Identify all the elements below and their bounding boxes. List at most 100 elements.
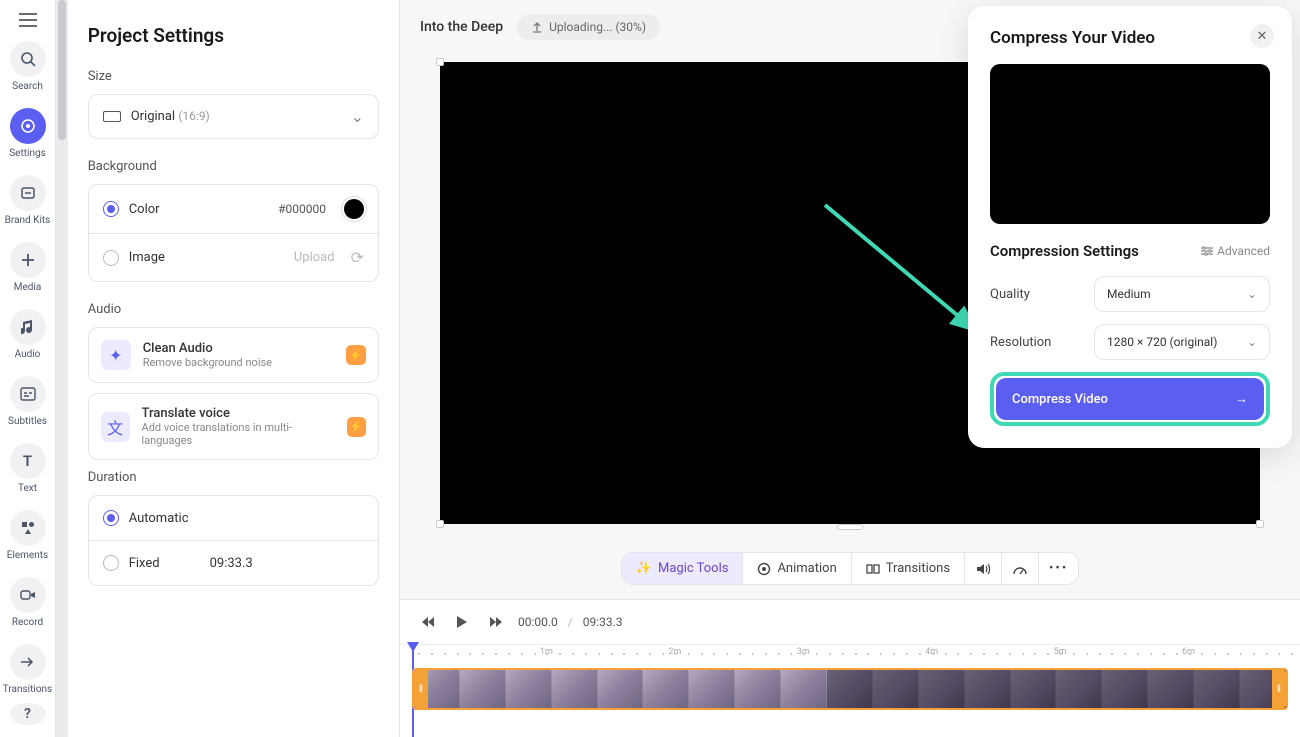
resize-handle-br[interactable] (1256, 520, 1264, 528)
radio-auto[interactable] (103, 510, 119, 526)
help-button[interactable]: ? (10, 703, 46, 725)
rewind-icon (421, 616, 435, 628)
radio-image[interactable] (103, 250, 119, 266)
resize-handle-tl[interactable] (436, 58, 444, 66)
text-icon: T (23, 452, 32, 470)
audio-icon (21, 319, 35, 335)
play-button[interactable] (450, 610, 474, 634)
nav-audio[interactable]: Audio (0, 301, 56, 368)
nav-record[interactable]: Record (0, 569, 56, 636)
clean-audio-sub: Remove background noise (143, 356, 272, 369)
nav-text[interactable]: T Text (0, 435, 56, 502)
spinner-icon: ⟳ (351, 248, 364, 267)
transitions-icon (20, 656, 36, 668)
compress-button-highlight: Compress Video → (990, 372, 1270, 426)
modal-title: Compress Your Video (990, 28, 1270, 48)
sidebar-scrollbar[interactable] (56, 0, 68, 737)
nav-subtitles[interactable]: Subtitles (0, 368, 56, 435)
nav-label: Brand Kits (5, 215, 51, 226)
rewind-button[interactable] (416, 610, 440, 634)
help-icon: ? (24, 706, 31, 722)
nav-media[interactable]: Media (0, 234, 56, 301)
translate-icon: 文 (101, 412, 130, 442)
aspect-icon (103, 111, 121, 122)
time-separator: / (568, 615, 573, 629)
resolution-value: 1280 × 720 (original) (1107, 335, 1217, 349)
chevron-down-icon: ⌄ (1247, 287, 1257, 301)
size-ratio: (16:9) (178, 109, 209, 123)
clip-handle-right[interactable]: ‖ (1272, 670, 1286, 708)
current-time: 00:00.0 (518, 615, 558, 629)
more-icon: ••• (1049, 561, 1068, 576)
timeline-controls: 00:00.0 / 09:33.3 (400, 600, 1300, 644)
forward-button[interactable] (484, 610, 508, 634)
total-time: 09:33.3 (583, 615, 623, 629)
nav-label: Record (12, 617, 43, 628)
animation-button[interactable]: Animation (743, 553, 851, 584)
advanced-toggle[interactable]: Advanced (1201, 244, 1270, 258)
timeline-clip[interactable]: ‖ ‖ (412, 668, 1288, 710)
timeline-ruler[interactable]: 1m2m3m4m5m6m7m8m9m (400, 644, 1300, 664)
volume-button[interactable] (965, 553, 1002, 584)
transitions-label: Transitions (886, 561, 950, 576)
settings-icon (20, 118, 36, 134)
sidebar: Search Settings Brand Kits Media Audio S… (0, 0, 56, 737)
modal-preview (990, 64, 1270, 224)
radio-fixed[interactable] (103, 555, 119, 571)
page-title: Project Settings (88, 24, 379, 47)
duration-auto[interactable]: Automatic (89, 496, 378, 541)
nav-search[interactable]: Search (0, 33, 56, 100)
nav-elements[interactable]: Elements (0, 502, 56, 569)
ruler-label: 2m (668, 647, 681, 657)
ruler-label: 3m (797, 647, 810, 657)
radio-color[interactable] (103, 201, 119, 217)
animation-label: Animation (777, 561, 836, 576)
bg-image-option[interactable]: Image Upload ⟳ (89, 234, 378, 281)
compress-video-button[interactable]: Compress Video → (996, 378, 1264, 420)
ruler-label: 1m (540, 647, 553, 657)
speed-button[interactable] (1002, 553, 1039, 584)
nav-transitions[interactable]: Transitions (0, 636, 56, 703)
scrollbar-thumb[interactable] (58, 0, 66, 140)
bg-color-option[interactable]: Color #000000 (89, 185, 378, 234)
nav-settings[interactable]: Settings (0, 100, 56, 167)
size-select[interactable]: Original (16:9) ⌄ (89, 95, 378, 138)
resize-handle-bl[interactable] (436, 520, 444, 528)
modal-close-button[interactable]: ✕ (1250, 24, 1274, 48)
nav-brand-kits[interactable]: Brand Kits (0, 167, 56, 234)
duration-label: Duration (88, 470, 379, 485)
translate-row[interactable]: 文 Translate voice Add voice translations… (88, 393, 379, 460)
nav-label: Media (14, 282, 42, 293)
play-icon (456, 615, 468, 629)
ruler-label: 4m (925, 647, 938, 657)
duration-fixed[interactable]: Fixed 09:33.3 (89, 541, 378, 585)
project-name[interactable]: Into the Deep (420, 19, 503, 35)
resolution-select[interactable]: 1280 × 720 (original) ⌄ (1094, 324, 1270, 360)
nav-label: Transitions (3, 684, 52, 695)
compress-button-label: Compress Video (1012, 392, 1108, 407)
upload-icon (531, 21, 543, 33)
record-icon (20, 589, 36, 601)
clip-handle-left[interactable]: ‖ (414, 670, 428, 708)
background-label: Background (88, 159, 379, 174)
bg-image-label: Image (129, 250, 165, 265)
upload-label: Upload (294, 250, 335, 265)
magic-tools-button[interactable]: ✨ Magic Tools (622, 553, 744, 584)
nav-label: Elements (7, 550, 48, 561)
duration-fixed-label: Fixed (129, 556, 160, 571)
resize-handle-bc[interactable] (837, 524, 863, 530)
upload-text: Uploading... (30%) (549, 20, 646, 34)
quality-select[interactable]: Medium ⌄ (1094, 276, 1270, 312)
quality-value: Medium (1107, 287, 1151, 301)
size-value: Original (131, 109, 175, 124)
plus-icon (21, 253, 35, 267)
timeline: 00:00.0 / 09:33.3 1m2m3m4m5m6m7m8m9m ‖ ‖ (400, 599, 1300, 737)
hamburger-menu[interactable] (8, 8, 48, 33)
duration-value: 09:33.3 (210, 556, 253, 571)
color-swatch[interactable] (344, 199, 364, 219)
clean-audio-row[interactable]: ✦ Clean Audio Remove background noise ⚡ (88, 327, 379, 383)
more-button[interactable]: ••• (1039, 553, 1078, 584)
transitions-button[interactable]: Transitions (852, 553, 965, 584)
speed-icon (1012, 562, 1028, 576)
transitions-tb-icon (866, 563, 880, 575)
